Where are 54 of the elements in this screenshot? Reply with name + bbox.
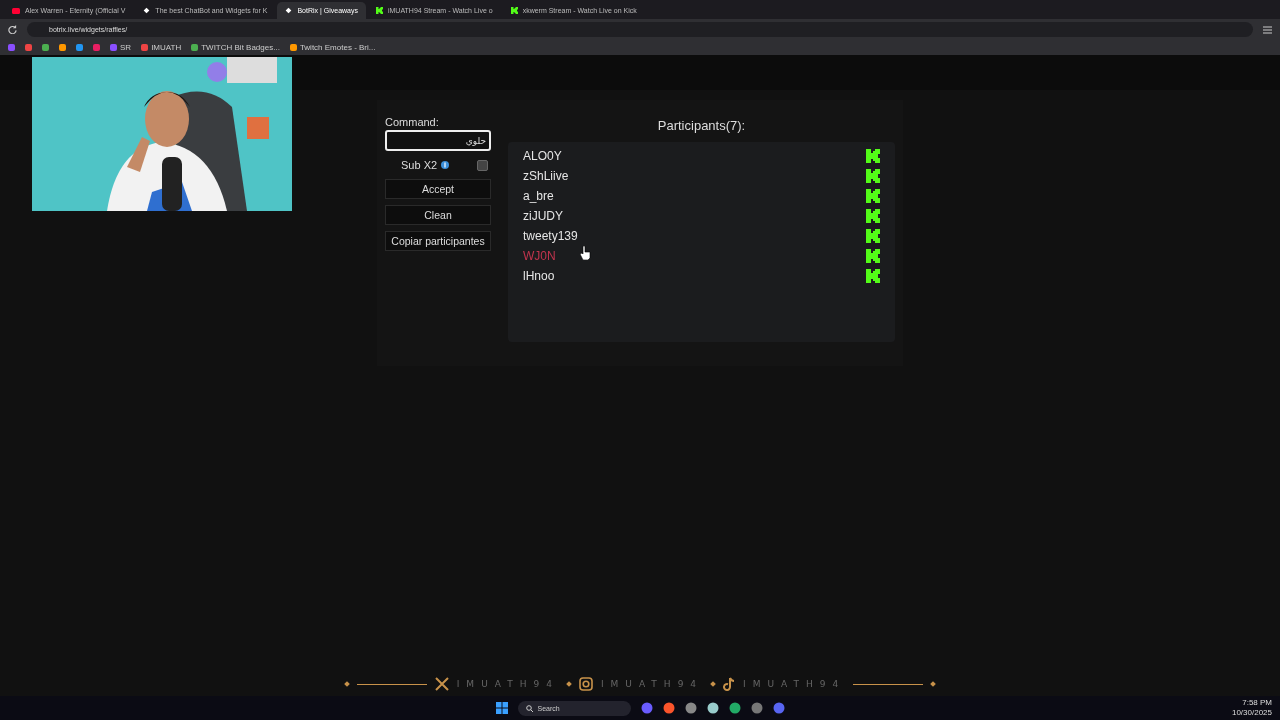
bookmark-link[interactable]: Twitch Emotes - Bri... bbox=[289, 43, 376, 52]
pointer-cursor-icon bbox=[580, 246, 591, 260]
kick-logo-icon bbox=[866, 249, 880, 263]
app-icon[interactable] bbox=[684, 702, 697, 714]
menu-icon[interactable] bbox=[1263, 25, 1272, 34]
bookmark-icon[interactable] bbox=[42, 44, 49, 51]
bookmark-icon[interactable] bbox=[25, 44, 32, 51]
bookmark-link[interactable]: SR bbox=[110, 43, 132, 52]
windows-icon[interactable] bbox=[495, 702, 508, 714]
kick-logo-icon bbox=[866, 169, 880, 183]
participant-name: ziJUDY bbox=[523, 209, 563, 223]
handle-text: IMUATH94 bbox=[600, 679, 704, 689]
search-icon bbox=[525, 704, 533, 712]
participant-name: tweety139 bbox=[523, 229, 578, 243]
kick-logo-icon bbox=[376, 7, 383, 14]
diamond-icon bbox=[285, 7, 293, 14]
clock-date: 10/30/2025 bbox=[1231, 708, 1272, 718]
kick-logo-icon bbox=[866, 149, 880, 163]
sub-x2-label: Sub X2 bbox=[401, 159, 438, 171]
reload-icon[interactable] bbox=[8, 25, 17, 34]
bookmark-icon[interactable] bbox=[59, 44, 66, 51]
participants-title: Participants(7): bbox=[657, 118, 746, 135]
info-icon bbox=[441, 161, 450, 169]
sub-x2-checkbox[interactable] bbox=[477, 159, 489, 171]
command-label: Command: bbox=[385, 116, 440, 128]
bookmark-icon[interactable] bbox=[93, 44, 100, 51]
action-button[interactable]: Accept bbox=[385, 179, 491, 199]
handle-text: IMUATH94 bbox=[743, 679, 846, 689]
music-note-icon bbox=[723, 677, 736, 691]
participant-name: a_bre bbox=[523, 189, 554, 203]
x-logo-icon bbox=[434, 677, 449, 691]
action-button[interactable]: Clean bbox=[385, 205, 491, 225]
camera-logo-icon bbox=[578, 677, 593, 691]
app-icon[interactable] bbox=[706, 702, 719, 714]
bookmark-link[interactable]: IMUATH bbox=[141, 43, 182, 52]
action-button[interactable]: Copiar participantes bbox=[385, 231, 491, 251]
bookmark-icon[interactable] bbox=[76, 44, 83, 51]
clock-time: 7:58 PM bbox=[1242, 698, 1272, 708]
command-field[interactable]: حلوي bbox=[385, 130, 491, 151]
handle-text: IMUATH94 bbox=[456, 679, 559, 689]
participant-name: WJ0N bbox=[523, 249, 556, 263]
kick-logo-icon bbox=[866, 229, 880, 243]
diamond-icon bbox=[143, 7, 151, 14]
kick-logo-icon bbox=[510, 7, 518, 14]
app-icon[interactable] bbox=[728, 702, 741, 714]
bookmark-link[interactable]: TWITCH Bit Badges... bbox=[191, 43, 280, 52]
kick-logo-icon bbox=[866, 189, 880, 203]
kick-logo-icon bbox=[866, 269, 880, 283]
participant-name: ALO0Y bbox=[523, 149, 562, 163]
kick-logo-icon bbox=[866, 209, 880, 223]
app-icon[interactable] bbox=[662, 702, 675, 714]
video-site-icon bbox=[12, 7, 20, 14]
participant-name: zShLiive bbox=[523, 169, 569, 183]
participant-name: lHnoo bbox=[523, 269, 555, 283]
